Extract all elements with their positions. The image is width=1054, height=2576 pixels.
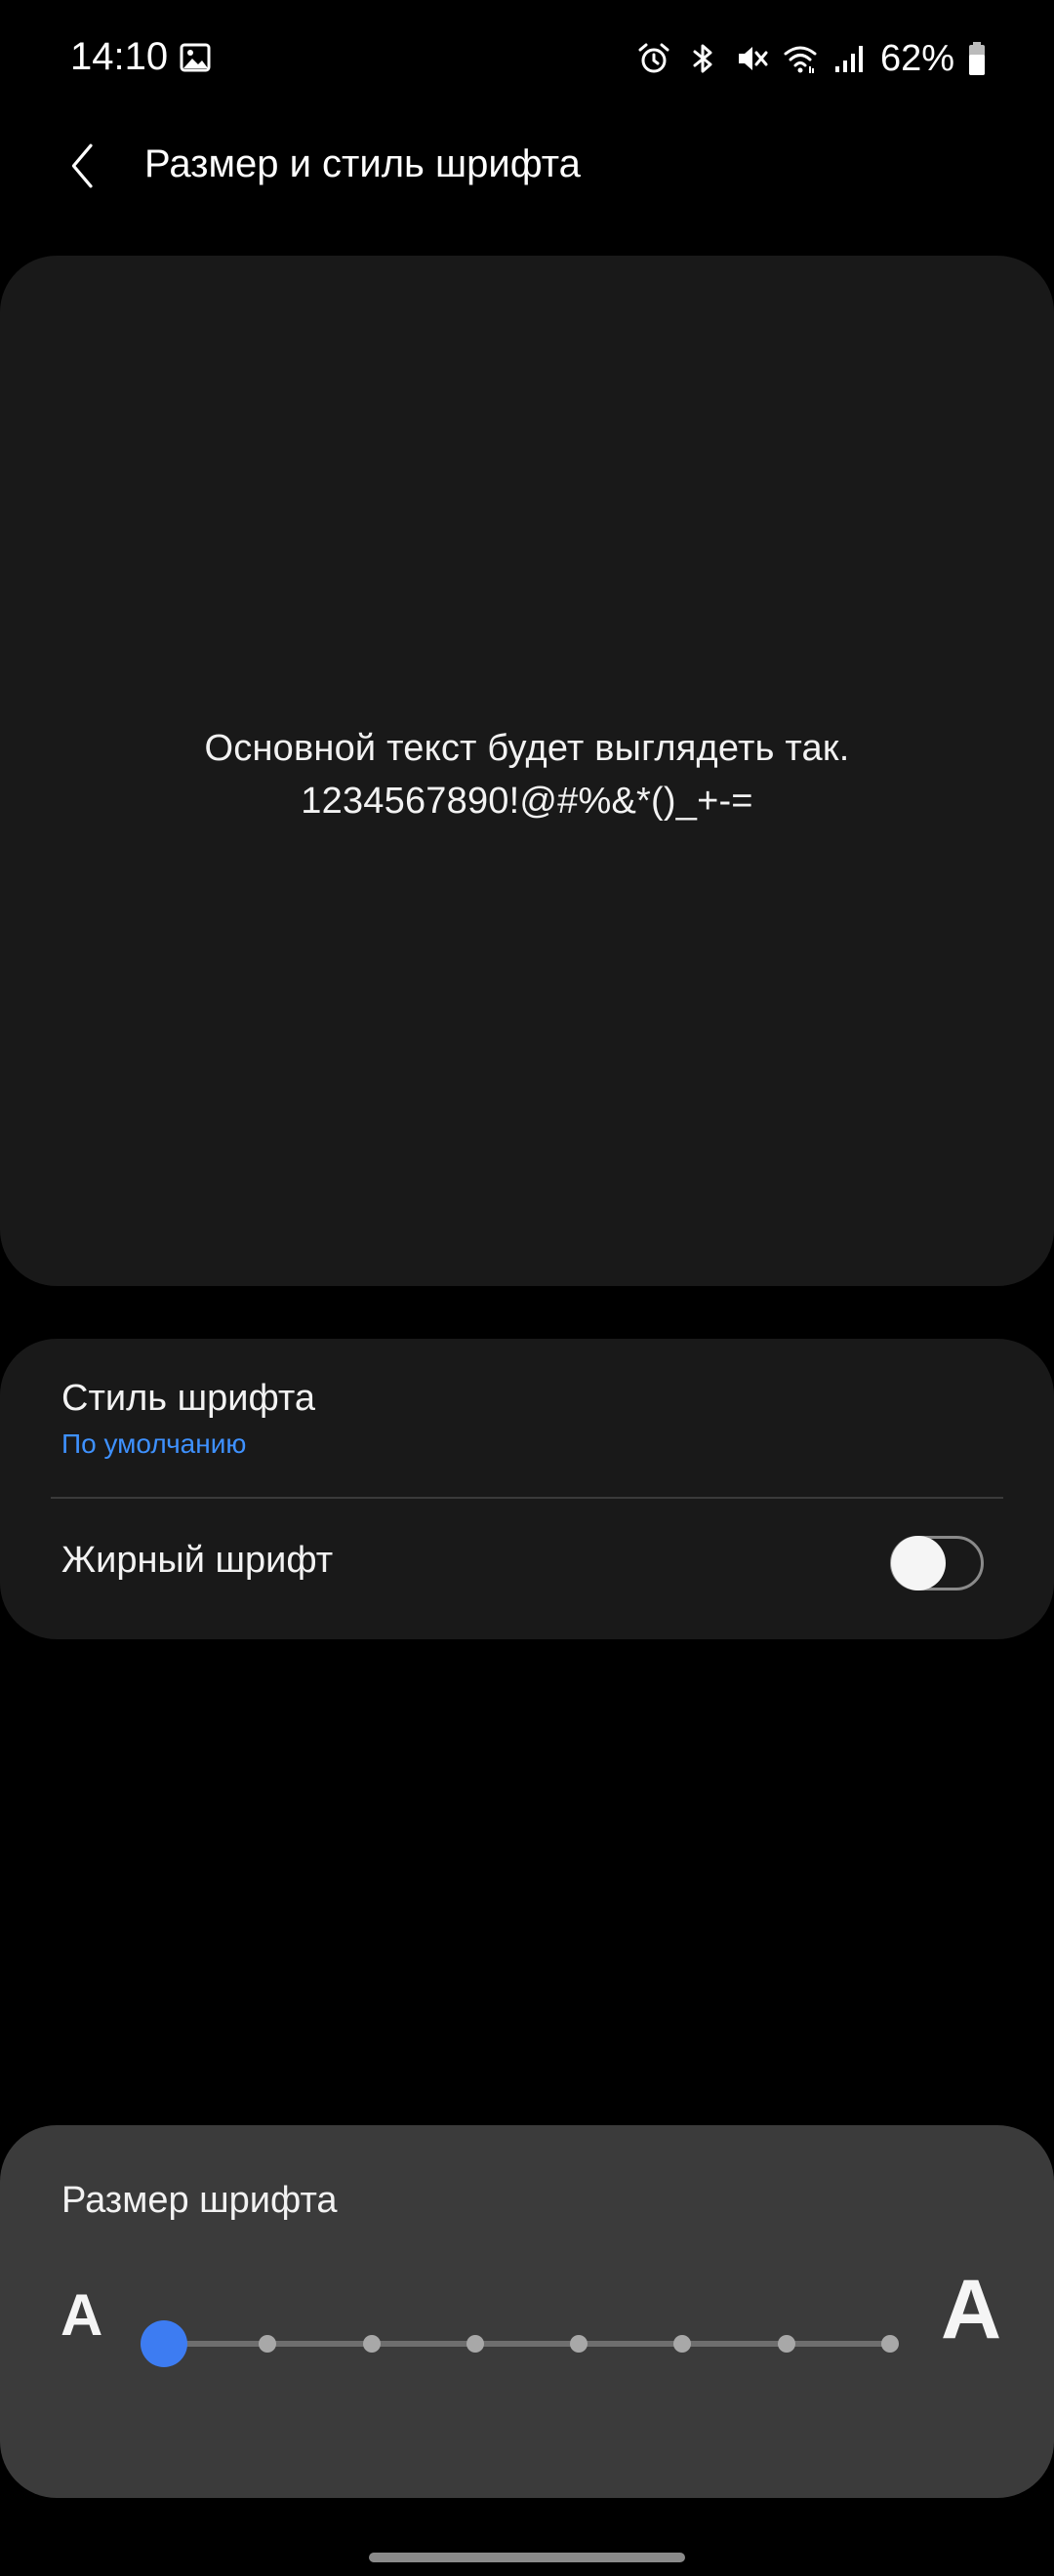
preview-line-symbols: 1234567890!@#%&*()_+-=: [301, 781, 753, 822]
wifi-icon: [783, 41, 818, 76]
slider-thumb[interactable]: [141, 2320, 187, 2367]
back-button[interactable]: [49, 129, 117, 203]
status-icons: 62%: [636, 35, 986, 82]
chevron-left-icon: [71, 143, 93, 188]
gesture-nav-handle[interactable]: [369, 2553, 685, 2562]
font-style-row[interactable]: Стиль шрифта По умолчанию: [0, 1339, 1054, 1495]
signal-icon: [831, 41, 867, 76]
font-size-small-label: A: [61, 2282, 103, 2348]
bold-font-toggle[interactable]: [890, 1536, 984, 1590]
preview-text: Основной текст будет выглядеть так. 1234…: [0, 722, 1054, 827]
font-preview-card: Основной текст будет выглядеть так. 1234…: [0, 256, 1054, 1286]
preview-line-text: Основной текст будет выглядеть так.: [204, 728, 850, 769]
font-size-title: Размер шрифта: [61, 2180, 338, 2221]
font-style-label: Стиль шрифта: [61, 1378, 315, 1419]
status-bar: 14:10 62%: [0, 0, 1054, 117]
slider-step-dot[interactable]: [881, 2335, 899, 2353]
font-size-slider[interactable]: [141, 2314, 921, 2373]
slider-step-dot[interactable]: [466, 2335, 484, 2353]
font-size-large-label: A: [941, 2263, 1002, 2356]
battery-percent: 62%: [879, 37, 954, 79]
slider-step-dot[interactable]: [673, 2335, 692, 2353]
status-time: 14:10: [70, 35, 169, 78]
slider-step-dot[interactable]: [777, 2335, 795, 2353]
toggle-knob: [891, 1536, 946, 1590]
battery-icon: [968, 41, 986, 76]
font-style-value: По умолчанию: [61, 1429, 247, 1459]
alarm-icon: [636, 41, 671, 76]
bold-font-label: Жирный шрифт: [61, 1540, 334, 1581]
page-title: Размер и стиль шрифта: [144, 142, 581, 185]
slider-step-dot[interactable]: [259, 2335, 277, 2353]
bold-font-row[interactable]: Жирный шрифт: [0, 1499, 1054, 1639]
slider-step-dot[interactable]: [362, 2335, 381, 2353]
font-settings-card: Стиль шрифта По умолчанию Жирный шрифт: [0, 1339, 1054, 1639]
slider-step-dot[interactable]: [570, 2335, 588, 2353]
gallery-icon: [180, 43, 211, 72]
mute-icon: [734, 41, 769, 76]
bluetooth-icon: [685, 41, 720, 76]
font-size-panel: Размер шрифта A A: [0, 2125, 1054, 2498]
app-header: Размер и стиль шрифта: [0, 117, 1054, 215]
